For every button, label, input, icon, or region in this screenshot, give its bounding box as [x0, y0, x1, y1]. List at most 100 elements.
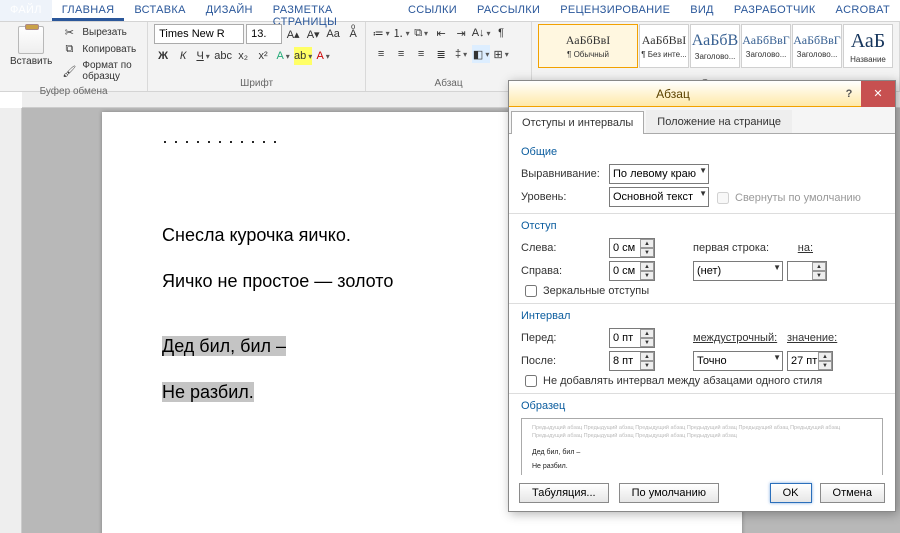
multilevel-button[interactable]: ⧉	[412, 24, 430, 42]
strike-button[interactable]: abc	[214, 47, 232, 65]
tab-references[interactable]: ССЫЛКИ	[398, 0, 467, 21]
show-marks-button[interactable]: ¶	[492, 24, 510, 42]
line-spacing-button[interactable]: ‡	[452, 45, 470, 63]
doc-para-3-selected[interactable]: Дед бил, бил –	[162, 336, 286, 356]
cancel-button[interactable]: Отмена	[820, 483, 885, 503]
tab-design[interactable]: ДИЗАЙН	[196, 0, 263, 21]
decrease-indent-button[interactable]: ⇤	[432, 24, 450, 42]
vertical-ruler[interactable]	[0, 108, 22, 533]
alignment-select[interactable]	[609, 164, 709, 184]
no-space-same-style-checkbox[interactable]: Не добавлять интервал между абзацами одн…	[525, 375, 883, 387]
first-line-select[interactable]	[693, 261, 783, 281]
tabs-button[interactable]: Табуляция...	[519, 483, 609, 503]
spin-down[interactable]: ▼	[640, 271, 654, 280]
bold-button[interactable]: Ж	[154, 47, 172, 65]
font-name-select[interactable]	[154, 24, 244, 44]
dialog-tab-position[interactable]: Положение на странице	[646, 110, 792, 133]
align-right-button[interactable]: ≡	[412, 45, 430, 63]
preview-box: Предыдущий абзац Предыдущий абзац Предыд…	[521, 418, 883, 475]
spin-up[interactable]: ▲	[640, 239, 654, 248]
group-font: A▴ A▾ Aa Aͦ Ж К Ч abc x₂ x² A ab A Шрифт	[148, 22, 366, 91]
alignment-label: Выравнивание:	[521, 168, 605, 180]
align-center-button[interactable]: ≡	[392, 45, 410, 63]
tab-developer[interactable]: РАЗРАБОТЧИК	[724, 0, 826, 21]
brush-icon: 🖌	[62, 64, 76, 78]
highlight-button[interactable]: ab	[294, 47, 312, 65]
style-heading3[interactable]: АаБбВвГЗаголово...	[792, 24, 842, 68]
spin-down[interactable]: ▼	[818, 361, 832, 370]
tab-view[interactable]: ВИД	[680, 0, 724, 21]
tab-acrobat[interactable]: ACROBAT	[826, 0, 900, 21]
font-color-button[interactable]: A	[314, 47, 332, 65]
tab-review[interactable]: РЕЦЕНЗИРОВАНИЕ	[550, 0, 680, 21]
preview-sample-1: Дед бил, бил –	[532, 446, 872, 460]
dialog-button-row: Табуляция... По умолчанию OK Отмена	[509, 475, 895, 511]
dialog-titlebar[interactable]: Абзац ? ✕	[509, 81, 895, 107]
section-general: Общие	[521, 146, 883, 158]
style-title[interactable]: АаБНазвание	[843, 24, 893, 68]
shrink-font-button[interactable]: A▾	[304, 25, 322, 43]
dialog-close-button[interactable]: ✕	[861, 81, 895, 107]
group-paragraph-title: Абзац	[372, 76, 525, 91]
indent-left-label: Слева:	[521, 242, 605, 254]
doc-para-4-selected[interactable]: Не разбил.	[162, 382, 254, 402]
bullets-button[interactable]: ≔	[372, 24, 390, 42]
italic-button[interactable]: К	[174, 47, 192, 65]
grow-font-button[interactable]: A▴	[284, 25, 302, 43]
justify-button[interactable]: ≣	[432, 45, 450, 63]
outline-level-select[interactable]	[609, 187, 709, 207]
cut-button[interactable]: ✂Вырезать	[60, 24, 141, 40]
spin-down[interactable]: ▼	[812, 271, 826, 280]
subscript-button[interactable]: x₂	[234, 47, 252, 65]
superscript-button[interactable]: x²	[254, 47, 272, 65]
copy-button[interactable]: ⧉Копировать	[60, 41, 141, 57]
set-default-button[interactable]: По умолчанию	[619, 483, 719, 503]
section-preview: Образец	[521, 400, 883, 412]
ok-button[interactable]: OK	[770, 483, 812, 503]
dialog-tabs: Отступы и интервалы Положение на страниц…	[509, 107, 895, 134]
text-effects-button[interactable]: A	[274, 47, 292, 65]
mirror-indents-checkbox[interactable]: Зеркальные отступы	[525, 285, 883, 297]
spin-up[interactable]: ▲	[818, 352, 832, 361]
spin-down[interactable]: ▼	[640, 248, 654, 257]
align-left-button[interactable]: ≡	[372, 45, 390, 63]
outline-level-label: Уровень:	[521, 191, 605, 203]
style-normal[interactable]: АаБбВвІ¶ Обычный	[538, 24, 638, 68]
dialog-help-button[interactable]: ?	[837, 88, 861, 100]
tab-file[interactable]: ФАЙЛ	[0, 0, 52, 21]
spin-down[interactable]: ▼	[640, 361, 654, 370]
increase-indent-button[interactable]: ⇥	[452, 24, 470, 42]
spin-up[interactable]: ▲	[640, 262, 654, 271]
tab-insert[interactable]: ВСТАВКА	[124, 0, 195, 21]
dialog-tab-indents[interactable]: Отступы и интервалы	[511, 111, 644, 134]
style-no-spacing[interactable]: АаБбВвІ¶ Без инте...	[639, 24, 689, 68]
tab-mailings[interactable]: РАССЫЛКИ	[467, 0, 550, 21]
paste-icon	[18, 26, 44, 54]
spin-down[interactable]: ▼	[640, 338, 654, 347]
preview-sample-2: Не разбил.	[532, 460, 872, 474]
style-heading2[interactable]: АаБбВвГЗаголово...	[741, 24, 791, 68]
sort-button[interactable]: A↓	[472, 24, 490, 42]
shading-button[interactable]: ◧	[472, 45, 490, 63]
spin-up[interactable]: ▲	[640, 352, 654, 361]
copy-icon: ⧉	[62, 42, 76, 56]
underline-button[interactable]: Ч	[194, 47, 212, 65]
scissors-icon: ✂	[62, 25, 76, 39]
change-case-button[interactable]: Aa	[324, 25, 342, 43]
spin-up[interactable]: ▲	[640, 329, 654, 338]
paste-button[interactable]: Вставить	[6, 24, 56, 69]
numbering-button[interactable]: ⒈	[392, 24, 410, 42]
borders-button[interactable]: ⊞	[492, 45, 510, 63]
tab-layout[interactable]: РАЗМЕТКА СТРАНИЦЫ	[263, 0, 398, 21]
spin-up[interactable]: ▲	[812, 262, 826, 271]
tab-home[interactable]: ГЛАВНАЯ	[52, 0, 125, 21]
by-label-1: на:	[787, 242, 813, 254]
style-heading1[interactable]: АаБбВЗаголово...	[690, 24, 740, 68]
clear-formatting-button[interactable]: Aͦ	[344, 25, 362, 43]
section-spacing: Интервал	[521, 310, 883, 322]
format-painter-button[interactable]: 🖌Формат по образцу	[60, 58, 141, 84]
line-spacing-select[interactable]	[693, 351, 783, 371]
font-size-select[interactable]	[246, 24, 282, 44]
paste-label: Вставить	[10, 56, 52, 67]
paragraph-dialog: Абзац ? ✕ Отступы и интервалы Положение …	[508, 80, 896, 512]
